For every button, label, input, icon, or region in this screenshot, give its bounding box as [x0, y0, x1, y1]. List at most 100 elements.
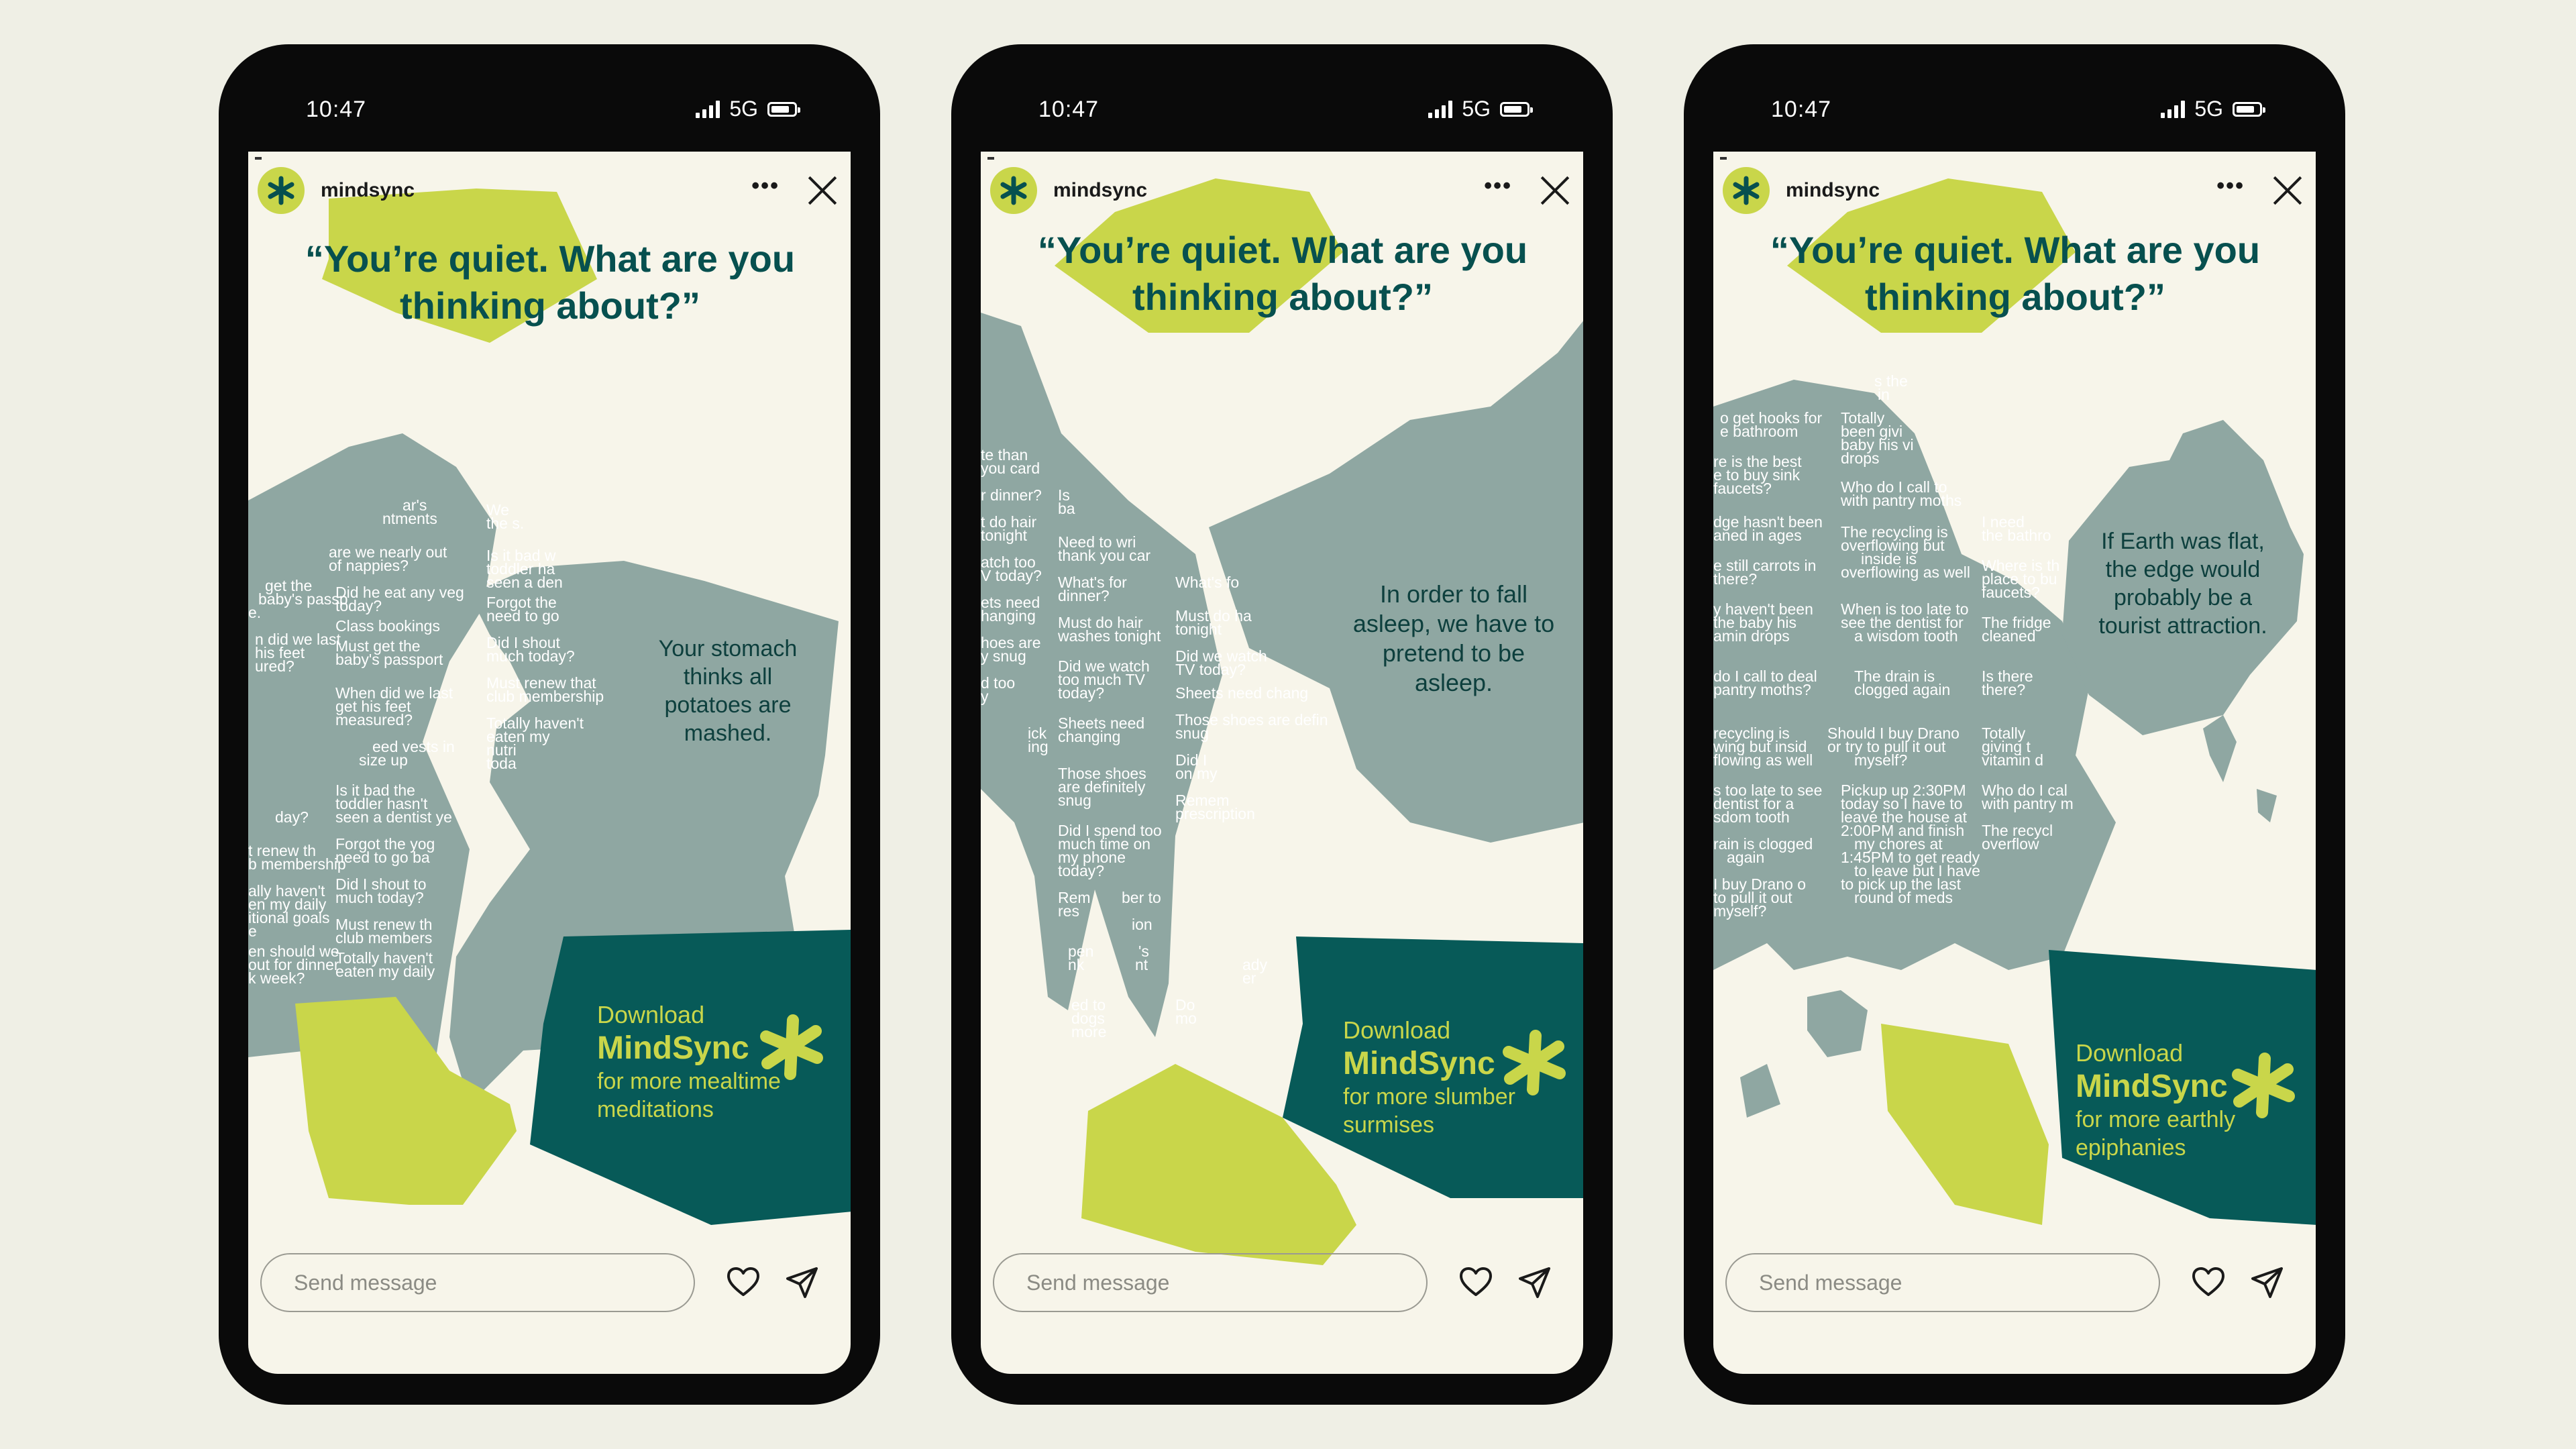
signal-icon: [2161, 100, 2186, 118]
send-message-input[interactable]: Send message: [260, 1253, 695, 1312]
svg-text:er: er: [1242, 969, 1256, 987]
send-message-input[interactable]: Send message: [993, 1253, 1428, 1312]
svg-text:r dinner?: r dinner?: [981, 486, 1042, 504]
story-footer: Send message: [993, 1252, 1571, 1313]
status-bar: 10:47 5G: [1684, 44, 2345, 152]
svg-text:e bathroom: e bathroom: [1720, 423, 1798, 440]
svg-text:b membership: b membership: [248, 855, 346, 873]
asterisk-logo-icon: [2232, 1053, 2295, 1118]
more-icon[interactable]: •••: [751, 173, 780, 199]
svg-text:changing: changing: [1058, 728, 1120, 745]
svg-text:flowing as well: flowing as well: [1713, 751, 1813, 769]
thought-text: In order to fall asleep, we have to pret…: [1352, 580, 1555, 696]
svg-text:baby's passp: baby's passp: [258, 590, 348, 608]
headline-quote: “You’re quiet. What are you thinking abo…: [305, 237, 796, 327]
svg-text:washes tonight: washes tonight: [1057, 627, 1161, 645]
heart-icon[interactable]: [726, 1265, 761, 1300]
story-screen[interactable]: s the in o get hooks for e bathroom Totall…: [1713, 152, 2316, 1374]
svg-text:V today?: V today?: [981, 567, 1042, 584]
svg-text:clogged again: clogged again: [1854, 681, 1950, 698]
svg-text:y snug: y snug: [981, 647, 1026, 665]
story-screen[interactable]: te than you card r dinner? Is ba t do hair t…: [981, 152, 1583, 1374]
asterisk-logo-icon: [1503, 1030, 1566, 1095]
send-icon[interactable]: [1517, 1265, 1552, 1300]
svg-text:club members: club members: [335, 929, 432, 947]
svg-text:cleaned: cleaned: [1982, 627, 2036, 645]
close-icon[interactable]: [1539, 174, 1571, 207]
svg-text:round of meds: round of meds: [1854, 889, 1953, 906]
svg-text:TV today?: TV today?: [1175, 661, 1246, 678]
send-icon[interactable]: [785, 1265, 820, 1300]
headline-quote: “You’re quiet. What are you thinking abo…: [1037, 229, 1528, 318]
story-screen[interactable]: ar's ntments We the s. are we nearly out of…: [248, 152, 851, 1374]
svg-text:the bathro: the bathro: [1982, 527, 2051, 544]
username[interactable]: mindsync: [1053, 179, 1147, 202]
asterisk-logo-icon[interactable]: [258, 167, 305, 214]
story-illustration: ar'sntments Wethe s. are we nearly outof…: [248, 189, 851, 1225]
svg-text:the s.: the s.: [486, 515, 524, 532]
svg-text:faucets?: faucets?: [1982, 584, 2040, 601]
asterisk-logo-icon[interactable]: [1723, 167, 1770, 214]
svg-text:measured?: measured?: [335, 711, 413, 729]
svg-text:seen a den: seen a den: [486, 574, 563, 591]
svg-text:more: more: [1071, 1023, 1106, 1040]
svg-text:size up: size up: [359, 751, 408, 769]
svg-text:k week?: k week?: [248, 969, 305, 987]
signal-icon: [1428, 100, 1453, 118]
svg-text:there?: there?: [1713, 570, 1757, 588]
story-illustration: te thanyou card r dinner? Isba t do hairt…: [981, 178, 1583, 1265]
svg-text:day?: day?: [275, 808, 309, 826]
username[interactable]: mindsync: [321, 179, 415, 202]
svg-text:seen a dentist ye: seen a dentist ye: [335, 808, 452, 826]
svg-text:baby's passport: baby's passport: [335, 651, 443, 668]
status-time: 10:47: [1038, 97, 1099, 122]
svg-text:ion: ion: [1132, 916, 1152, 933]
svg-text:on my: on my: [1175, 765, 1218, 782]
svg-text:there?: there?: [1982, 681, 2025, 698]
status-time: 10:47: [306, 97, 367, 122]
svg-text:today?: today?: [1058, 684, 1104, 702]
svg-text:e.: e.: [248, 604, 261, 621]
signal-icon: [696, 100, 720, 118]
send-icon[interactable]: [2250, 1265, 2285, 1300]
svg-text:snug: snug: [1175, 724, 1209, 742]
svg-text:y: y: [981, 688, 989, 705]
close-icon[interactable]: [806, 174, 839, 207]
close-icon[interactable]: [2271, 174, 2304, 207]
story-footer: Send message: [260, 1252, 839, 1313]
svg-text:faucets?: faucets?: [1713, 480, 1772, 497]
svg-text:Class bookings: Class bookings: [335, 617, 440, 635]
svg-text:res: res: [1058, 902, 1079, 920]
svg-text:mo: mo: [1175, 1010, 1197, 1027]
story-header: mindsync •••: [990, 164, 1571, 217]
svg-text:hanging: hanging: [981, 607, 1036, 625]
heart-icon[interactable]: [1458, 1265, 1493, 1300]
svg-text:e: e: [248, 922, 257, 940]
username[interactable]: mindsync: [1786, 179, 1880, 202]
svg-text:vitamin d: vitamin d: [1982, 751, 2043, 769]
svg-text:club membership: club membership: [486, 688, 604, 705]
svg-text:pantry moths?: pantry moths?: [1713, 681, 1811, 698]
phone-mockup-2: 10:47 5G te than you card r dinner? Is ba t…: [951, 44, 1613, 1405]
phone-mockup-1: 10:47 5G ar's ntments We the s. are we nea…: [219, 44, 880, 1405]
status-time: 10:47: [1771, 97, 1832, 122]
svg-text:with pantry m: with pantry m: [1981, 795, 2074, 812]
svg-text:of nappies?: of nappies?: [329, 557, 409, 574]
asterisk-logo-icon: [760, 1014, 823, 1080]
send-message-input[interactable]: Send message: [1725, 1253, 2160, 1312]
svg-text:sdom tooth: sdom tooth: [1713, 808, 1790, 826]
svg-text:drops: drops: [1841, 449, 1880, 467]
more-icon[interactable]: •••: [1484, 173, 1512, 199]
svg-text:nk: nk: [1068, 956, 1085, 973]
svg-text:Sheets need chang: Sheets need chang: [1175, 684, 1308, 702]
status-bar: 10:47 5G: [951, 44, 1613, 152]
story-footer: Send message: [1725, 1252, 2304, 1313]
svg-text:toda: toda: [486, 755, 517, 772]
battery-icon: [1500, 101, 1533, 117]
heart-icon[interactable]: [2191, 1265, 2226, 1300]
asterisk-logo-icon[interactable]: [990, 167, 1037, 214]
more-icon[interactable]: •••: [2216, 173, 2245, 199]
svg-text:aned in ages: aned in ages: [1713, 527, 1802, 544]
status-bar: 10:47 5G: [219, 44, 880, 152]
network-label: 5G: [1462, 97, 1491, 121]
